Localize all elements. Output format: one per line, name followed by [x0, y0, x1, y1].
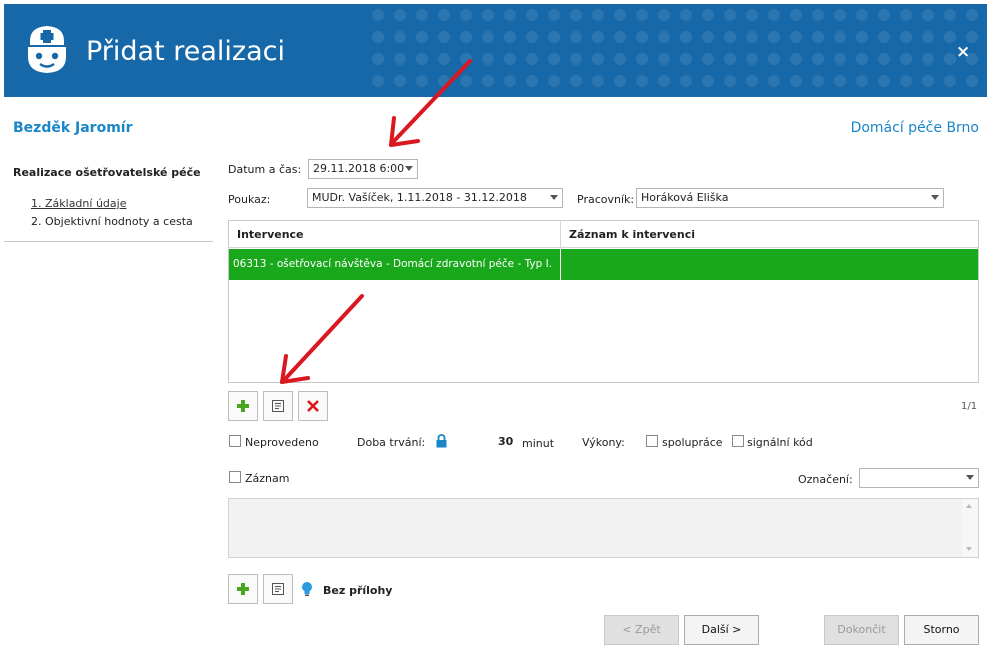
voucher-value: MUDr. Vašíček, 1.11.2018 - 31.12.2018 — [312, 191, 527, 204]
voucher-select[interactable]: MUDr. Vašíček, 1.11.2018 - 31.12.2018 — [307, 188, 563, 208]
datetime-label: Datum a čas: — [228, 163, 302, 176]
add-icon — [237, 400, 249, 412]
cooperation-label: spolupráce — [662, 436, 723, 449]
record-scrollbar[interactable] — [962, 499, 978, 557]
record-textarea[interactable] — [228, 498, 979, 558]
add-icon — [237, 583, 249, 595]
column-separator — [560, 221, 561, 248]
column-header-intervention[interactable]: Intervence — [237, 228, 304, 241]
header-tile-pattern — [367, 4, 987, 97]
marking-select[interactable] — [859, 468, 979, 488]
delete-intervention-button[interactable] — [298, 391, 328, 421]
next-button[interactable]: Další > — [684, 615, 759, 645]
edit-note-icon — [272, 583, 284, 595]
dropdown-arrow-icon[interactable] — [931, 195, 939, 200]
cooperation-checkbox[interactable] — [646, 435, 658, 447]
finish-button[interactable]: Dokončit — [824, 615, 899, 645]
scroll-down-icon[interactable] — [966, 547, 972, 551]
cancel-button[interactable]: Storno — [904, 615, 979, 645]
delete-icon — [307, 400, 319, 412]
edit-intervention-button[interactable] — [263, 391, 293, 421]
dropdown-arrow-icon[interactable] — [966, 475, 974, 480]
sidebar-step-basic-data[interactable]: 1. Základní údaje — [31, 197, 126, 210]
duration-value[interactable]: 30 — [498, 435, 513, 448]
performances-label: Výkony: — [582, 436, 625, 449]
dialog-header: Přidat realizaci × — [4, 4, 987, 97]
worker-select[interactable]: Horáková Eliška — [636, 188, 944, 208]
lightbulb-icon — [301, 581, 313, 600]
duration-label: Doba trvání: — [357, 436, 426, 449]
grid-header: Intervence Záznam k intervenci — [229, 221, 978, 248]
datetime-picker[interactable]: 29.11.2018 6:00 — [308, 159, 418, 179]
marking-label: Označení: — [798, 473, 853, 486]
column-header-record[interactable]: Záznam k intervenci — [569, 228, 695, 241]
sidebar-heading: Realizace ošetřovatelské péče — [13, 166, 201, 179]
nurse-logo-icon — [22, 23, 72, 75]
edit-attachment-button[interactable] — [263, 574, 293, 604]
dialog-title: Přidat realizaci — [86, 36, 285, 67]
intervention-cell[interactable]: 06313 - ošetřovací návštěva - Domácí zdr… — [233, 258, 552, 270]
edit-note-icon — [272, 400, 284, 412]
signal-code-label: signální kód — [747, 436, 813, 449]
not-performed-label: Neprovedeno — [245, 436, 319, 449]
sidebar-step-objective-values[interactable]: 2. Objektivní hodnoty a cesta — [31, 215, 193, 228]
close-icon[interactable]: × — [956, 42, 970, 62]
dropdown-arrow-icon[interactable] — [405, 166, 413, 171]
sidebar-divider — [4, 241, 213, 242]
duration-unit: minut — [522, 437, 555, 450]
datetime-value: 29.11.2018 6:00 — [313, 162, 405, 175]
signal-code-checkbox[interactable] — [732, 435, 744, 447]
add-intervention-button[interactable] — [228, 391, 258, 421]
grid-pager: 1/1 — [961, 401, 978, 412]
organization-name: Domácí péče Brno — [850, 120, 979, 136]
not-performed-checkbox[interactable] — [229, 435, 241, 447]
voucher-label: Poukaz: — [228, 193, 271, 206]
table-row[interactable]: 06313 - ošetřovací návštěva - Domácí zdr… — [229, 249, 978, 280]
add-attachment-button[interactable] — [228, 574, 258, 604]
column-separator — [560, 249, 561, 280]
patient-name: Bezděk Jaromír — [13, 120, 133, 136]
record-checkbox[interactable] — [229, 471, 241, 483]
attachments-status: Bez přílohy — [323, 584, 393, 597]
back-button[interactable]: < Zpět — [604, 615, 679, 645]
lock-icon[interactable] — [436, 434, 447, 451]
record-label: Záznam — [245, 472, 290, 485]
worker-value: Horáková Eliška — [641, 191, 729, 204]
worker-label: Pracovník: — [577, 193, 635, 206]
interventions-grid: Intervence Záznam k intervenci 06313 - o… — [228, 220, 979, 383]
scroll-up-icon[interactable] — [966, 504, 972, 508]
dropdown-arrow-icon[interactable] — [550, 195, 558, 200]
